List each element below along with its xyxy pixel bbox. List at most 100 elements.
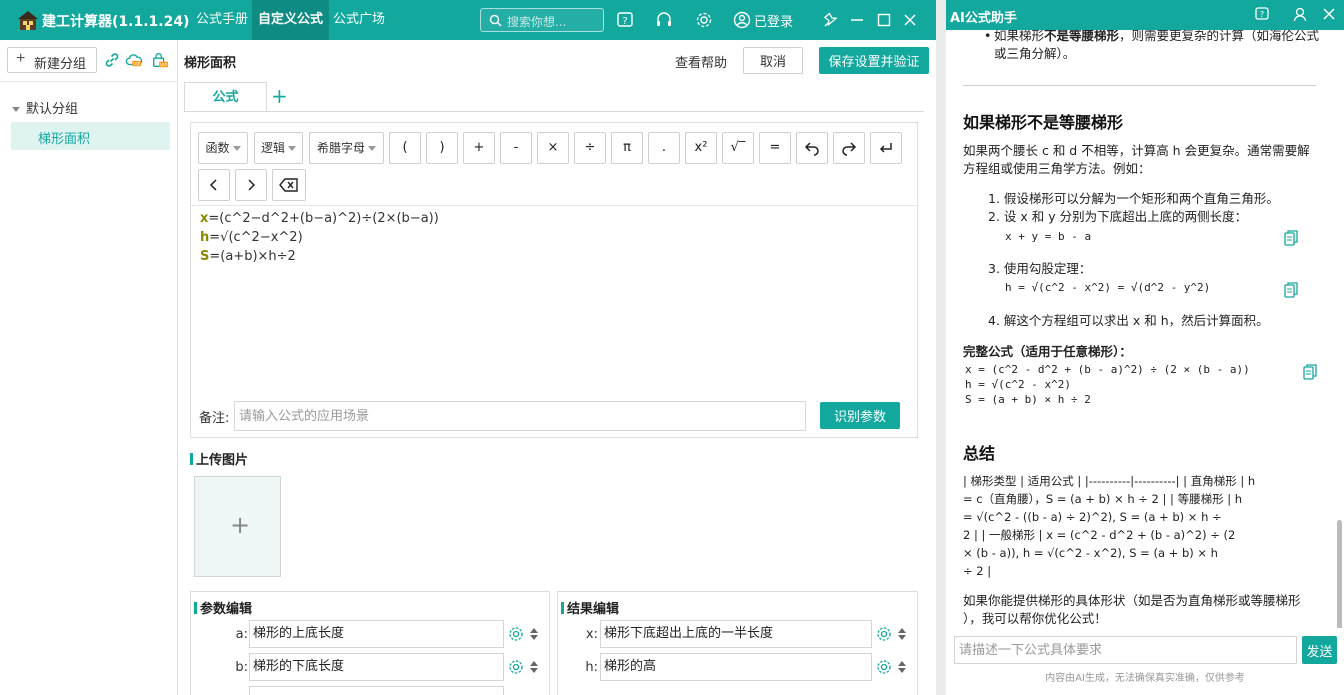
- ai-heading-non-isosceles: 如果梯形不是等腰梯形: [963, 113, 1124, 132]
- ai-code-1: x + y = b - a: [1005, 230, 1092, 243]
- key-plus[interactable]: +: [463, 132, 495, 164]
- enter-button[interactable]: [870, 132, 902, 164]
- help-icon[interactable]: ?: [616, 11, 634, 29]
- tab-formula-manual[interactable]: 公式手册: [190, 0, 254, 40]
- copy-icon[interactable]: [1284, 230, 1298, 246]
- ai-step-2: 2. 设 x 和 y 分别为下底超出上底的两侧长度：: [988, 209, 1248, 224]
- formula-line-x[interactable]: x=(c^2−d^2+(b−a)^2)÷(2×(b−a)): [200, 211, 439, 226]
- ai-summary-line: × (b - a)), h = √(c^2 - x^2), S = (a + b…: [963, 546, 1218, 560]
- greek-letters-dropdown[interactable]: 希腊字母: [309, 132, 384, 164]
- sort-updown-icon[interactable]: [529, 627, 539, 641]
- key-equals[interactable]: =: [759, 132, 791, 164]
- formula-line-h[interactable]: h=√(c^2−x^2): [200, 230, 303, 245]
- cursor-left-button[interactable]: [198, 169, 230, 201]
- key-right-paren[interactable]: ): [426, 132, 458, 164]
- sort-updown-icon[interactable]: [897, 660, 907, 674]
- sidebar-item-trapezoid-area[interactable]: 梯形面积: [11, 122, 170, 150]
- svg-text:?: ?: [622, 16, 627, 27]
- cloud-vip-icon[interactable]: VIP: [125, 51, 143, 69]
- identify-params-button[interactable]: 识别参数: [820, 402, 900, 429]
- key-pi[interactable]: π: [611, 132, 643, 164]
- link-icon[interactable]: [103, 51, 121, 69]
- user-support-icon[interactable]: [1292, 6, 1308, 22]
- tab-formula[interactable]: 公式: [184, 82, 267, 112]
- save-and-verify-button[interactable]: 保存设置并验证: [819, 47, 929, 74]
- param-desc-input[interactable]: 梯形的下底长度: [249, 653, 504, 681]
- plus-icon: +: [230, 511, 251, 539]
- send-button[interactable]: 发送: [1302, 636, 1337, 664]
- formula-editor: 函数 逻辑 希腊字母 ( ) + - × ÷ π . x² √‾ = x=(c^…: [190, 122, 918, 438]
- sort-updown-icon[interactable]: [897, 627, 907, 641]
- copy-icon[interactable]: [1303, 364, 1317, 380]
- copy-icon[interactable]: [1284, 282, 1298, 298]
- ai-step-1: 1. 假设梯形可以分解为一个矩形和两个直角三角形。: [988, 191, 1279, 206]
- ai-full-formula-code: x = (c^2 - d^2 + (b - a)^2) ÷ (2 × (b - …: [965, 363, 1250, 406]
- ai-summary-line: = √(c^2 - ((b - a) ÷ 2)^2), S = (a + b) …: [963, 510, 1222, 524]
- gear-icon[interactable]: [508, 659, 524, 675]
- view-help-link[interactable]: 查看帮助: [675, 52, 727, 71]
- chevron-right-icon: [248, 179, 256, 191]
- ai-prompt-input[interactable]: [954, 636, 1297, 664]
- maximize-icon[interactable]: [875, 11, 893, 29]
- redo-button[interactable]: [833, 132, 865, 164]
- gear-icon[interactable]: [695, 11, 713, 29]
- undo-button[interactable]: [796, 132, 828, 164]
- param-desc-input-partial[interactable]: [249, 686, 504, 695]
- ai-code-2: h = √(c^2 - x^2) = √(d^2 - y^2): [1005, 281, 1211, 294]
- key-square[interactable]: x²: [685, 132, 717, 164]
- headset-icon[interactable]: [655, 11, 673, 29]
- functions-dropdown[interactable]: 函数: [198, 132, 248, 164]
- app-logo-icon: [18, 11, 38, 30]
- result-name: h:: [585, 660, 598, 675]
- tab-custom-formula[interactable]: 自定义公式: [252, 0, 330, 40]
- results-panel: 结果编辑 x: 梯形下底超出上底的一半长度 h: 梯形的高: [557, 591, 918, 695]
- lock-vip-icon[interactable]: VIP: [151, 51, 169, 69]
- login-status[interactable]: 已登录: [754, 11, 793, 30]
- close-icon[interactable]: [901, 11, 919, 29]
- user-icon[interactable]: [733, 11, 751, 29]
- key-multiply[interactable]: ×: [537, 132, 569, 164]
- param-name: a:: [235, 627, 248, 642]
- backspace-button[interactable]: [272, 169, 306, 201]
- search-placeholder: 搜索你想...: [507, 15, 567, 29]
- gear-icon[interactable]: [876, 659, 892, 675]
- caret-down-icon: [12, 107, 20, 112]
- key-sqrt[interactable]: √‾: [722, 132, 754, 164]
- sort-updown-icon[interactable]: [529, 660, 539, 674]
- ai-divider: [963, 85, 1316, 86]
- cursor-right-button[interactable]: [235, 169, 267, 201]
- cancel-button[interactable]: 取消: [743, 47, 803, 74]
- tab-formula-square[interactable]: 公式广场: [327, 0, 391, 40]
- note-input[interactable]: [234, 401, 806, 431]
- logic-dropdown[interactable]: 逻辑: [254, 132, 303, 164]
- upload-section-title: 上传图片: [190, 449, 248, 468]
- upload-image-box[interactable]: +: [194, 476, 281, 577]
- gear-icon[interactable]: [876, 626, 892, 642]
- param-desc-input[interactable]: 梯形的上底长度: [249, 620, 504, 648]
- ai-scrollbar[interactable]: [1337, 520, 1342, 628]
- search-input[interactable]: 搜索你想...: [480, 8, 604, 32]
- pin-icon[interactable]: [822, 11, 840, 29]
- undo-icon: [804, 142, 819, 156]
- new-group-button[interactable]: + 新建分组: [7, 47, 97, 73]
- result-desc-input[interactable]: 梯形下底超出上底的一半长度: [600, 620, 872, 648]
- note-label: 备注:: [199, 411, 230, 426]
- key-dot[interactable]: .: [648, 132, 680, 164]
- formula-line-s[interactable]: S=(a+b)×h÷2: [200, 249, 296, 264]
- svg-text:VIP: VIP: [133, 61, 140, 67]
- ai-paragraph: 如果两个腰长 c 和 d 不相等，计算高 h 会更复杂。通常需要解方程组或使用三…: [963, 143, 1310, 176]
- minimize-icon[interactable]: [848, 11, 866, 29]
- key-divide[interactable]: ÷: [574, 132, 606, 164]
- sidebar: + 新建分组 VIP VIP 默认分组 梯形面积: [0, 40, 178, 695]
- gear-icon[interactable]: [508, 626, 524, 642]
- group-default[interactable]: 默认分组: [12, 98, 78, 117]
- add-tab-icon[interactable]: +: [271, 84, 288, 108]
- ai-step-4: 4. 解这个方程组可以求出 x 和 h，然后计算面积。: [988, 313, 1269, 328]
- key-left-paren[interactable]: (: [389, 132, 421, 164]
- help-icon[interactable]: ?: [1254, 6, 1270, 22]
- ai-step-3: 3. 使用勾股定理：: [988, 261, 1092, 276]
- close-icon[interactable]: [1321, 6, 1337, 22]
- ai-closing-1: 如果你能提供梯形的具体形状（如是否为直角梯形或等腰梯形: [963, 593, 1301, 608]
- key-minus[interactable]: -: [500, 132, 532, 164]
- result-desc-input[interactable]: 梯形的高: [600, 653, 872, 681]
